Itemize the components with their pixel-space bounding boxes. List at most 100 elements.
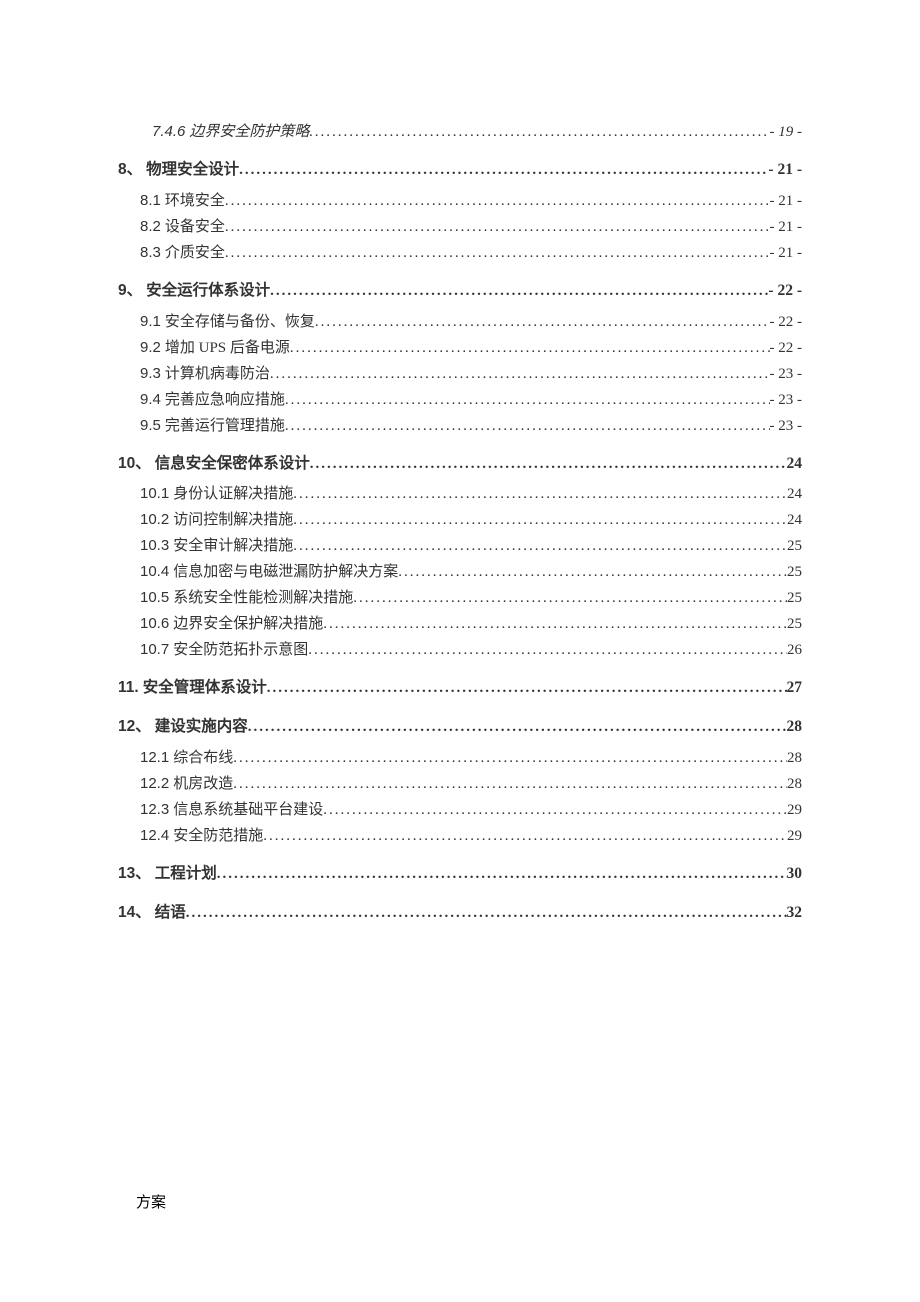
toc-title: 安全管理体系设计 <box>143 679 267 696</box>
toc-number: 10.5 <box>140 589 169 606</box>
toc-label: 12.1综合布线 <box>140 746 233 770</box>
toc-label: 10.6边界安全保护解决措施 <box>140 612 323 636</box>
toc-row: 10.3安全审计解决措施 25 <box>140 534 802 558</box>
toc-page-number: - 21 - <box>770 241 803 265</box>
toc-leader-dots <box>233 772 787 796</box>
toc-row: 9.5完善运行管理措施- 23 - <box>140 414 802 438</box>
toc-row: 13、工程计划 30 <box>118 862 802 887</box>
toc-title: 边界安全防护策略 <box>189 124 309 140</box>
toc-number: 12.4 <box>140 827 169 844</box>
toc-page-number: 29 <box>787 798 802 822</box>
toc-row: 9.3计算机病毒防治 - 23 - <box>140 362 802 386</box>
toc-page-number: 25 <box>787 586 802 610</box>
toc-row: 14、结语32 <box>118 901 802 926</box>
toc-title: 增加 UPS 后备电源 <box>165 340 290 356</box>
toc-title: 访问控制解决措施 <box>173 512 293 528</box>
toc-number: 9.4 <box>140 391 161 408</box>
toc-page-number: - 21 - <box>770 189 803 213</box>
toc-leader-dots <box>398 560 787 584</box>
toc-leader-dots <box>186 901 787 925</box>
toc-leader-dots <box>323 798 787 822</box>
toc-number: 10.1 <box>140 485 169 502</box>
toc-number: 8.2 <box>140 218 161 235</box>
toc-title: 身份认证解决措施 <box>173 486 293 502</box>
toc-label: 9.5完善运行管理措施 <box>140 414 285 438</box>
toc-page-number: - 23 - <box>770 362 803 386</box>
toc-label: 14、结语 <box>118 901 186 926</box>
toc-label: 8.2设备安全 <box>140 215 225 239</box>
toc-row: 7.4.6边界安全防护策略- 19 - <box>152 120 802 144</box>
toc-page-number: 28 <box>787 715 803 740</box>
toc-page-number: - 22 - <box>770 336 803 360</box>
toc-row: 8.1环境安全- 21 - <box>140 189 802 213</box>
toc-number: 11. <box>118 679 139 696</box>
toc-title: 信息安全保密体系设计 <box>155 455 310 472</box>
toc-row: 8.3介质安全 - 21 - <box>140 241 802 265</box>
toc-label: 8、物理安全设计 <box>118 158 239 183</box>
toc-title: 安全运行体系设计 <box>146 282 270 299</box>
toc-title: 结语 <box>155 904 186 921</box>
toc-number: 7.4.6 <box>152 123 185 140</box>
toc-row: 10、信息安全保密体系设计 24 <box>118 452 802 477</box>
toc-row: 12.2机房改造28 <box>140 772 802 796</box>
toc-row: 8、物理安全设计 - 21 - <box>118 158 802 183</box>
toc-row: 12、建设实施内容28 <box>118 715 802 740</box>
toc-title: 综合布线 <box>173 750 233 766</box>
toc-leader-dots <box>233 746 787 770</box>
toc-leader-dots <box>270 362 770 386</box>
toc-label: 10.3安全审计解决措施 <box>140 534 293 558</box>
toc-row: 9.1安全存储与备份、恢复- 22 - <box>140 310 802 334</box>
toc-leader-dots <box>225 215 770 239</box>
toc-leader-dots <box>225 241 770 265</box>
toc-title: 边界安全保护解决措施 <box>173 616 323 632</box>
toc-label: 9.3计算机病毒防治 <box>140 362 270 386</box>
toc-title: 完善运行管理措施 <box>165 418 285 434</box>
toc-page-number: - 22 - <box>768 279 802 304</box>
toc-leader-dots <box>308 638 787 662</box>
toc-row: 10.5系统安全性能检测解决措施 25 <box>140 586 802 610</box>
toc-page-number: - 22 - <box>770 310 803 334</box>
toc-row: 10.2访问控制解决措施24 <box>140 508 802 532</box>
toc-page-number: - 21 - <box>768 158 802 183</box>
toc-page-number: 25 <box>787 612 802 636</box>
toc-leader-dots <box>290 336 770 360</box>
toc-number: 9.3 <box>140 365 161 382</box>
toc-title: 安全存储与备份、恢复 <box>165 314 315 330</box>
toc-leader-dots <box>225 189 770 213</box>
toc-row: 12.1综合布线28 <box>140 746 802 770</box>
toc-title: 设备安全 <box>165 219 225 235</box>
toc-row: 12.3信息系统基础平台建设29 <box>140 798 802 822</box>
toc-page-number: 30 <box>787 862 803 887</box>
toc-number: 10.4 <box>140 563 169 580</box>
toc-page-number: 28 <box>787 772 802 796</box>
toc-label: 13、工程计划 <box>118 862 217 887</box>
toc-row: 11.安全管理体系设计27 <box>118 676 802 701</box>
toc-row: 9、安全运行体系设计 - 22 - <box>118 279 802 304</box>
toc-number: 12、 <box>118 718 151 735</box>
toc-leader-dots <box>315 310 770 334</box>
toc-row: 10.4信息加密与电磁泄漏防护解决方案25 <box>140 560 802 584</box>
toc-label: 12.4安全防范措施 <box>140 824 263 848</box>
toc-title: 安全审计解决措施 <box>173 538 293 554</box>
toc-label: 10.7安全防范拓扑示意图 <box>140 638 308 662</box>
toc-label: 8.3介质安全 <box>140 241 225 265</box>
toc-leader-dots <box>285 388 770 412</box>
toc-row: 12.4安全防范措施 29 <box>140 824 802 848</box>
toc-page-number: 25 <box>787 534 802 558</box>
toc-page-number: 25 <box>787 560 802 584</box>
toc-page-number: 29 <box>787 824 802 848</box>
toc-number: 8.1 <box>140 192 161 209</box>
toc-leader-dots <box>217 862 787 886</box>
toc-number: 9.5 <box>140 417 161 434</box>
toc-leader-dots <box>293 508 787 532</box>
toc-title: 安全防范措施 <box>173 828 263 844</box>
toc-title: 信息系统基础平台建设 <box>173 802 323 818</box>
toc-leader-dots <box>285 414 770 438</box>
toc-title: 系统安全性能检测解决措施 <box>173 590 353 606</box>
toc-row: 10.6边界安全保护解决措施 25 <box>140 612 802 636</box>
toc-label: 7.4.6边界安全防护策略 <box>152 120 309 144</box>
toc-number: 10、 <box>118 455 151 472</box>
toc-number: 9、 <box>118 282 142 299</box>
toc-page-number: 24 <box>787 452 803 477</box>
toc-label: 11.安全管理体系设计 <box>118 676 267 701</box>
